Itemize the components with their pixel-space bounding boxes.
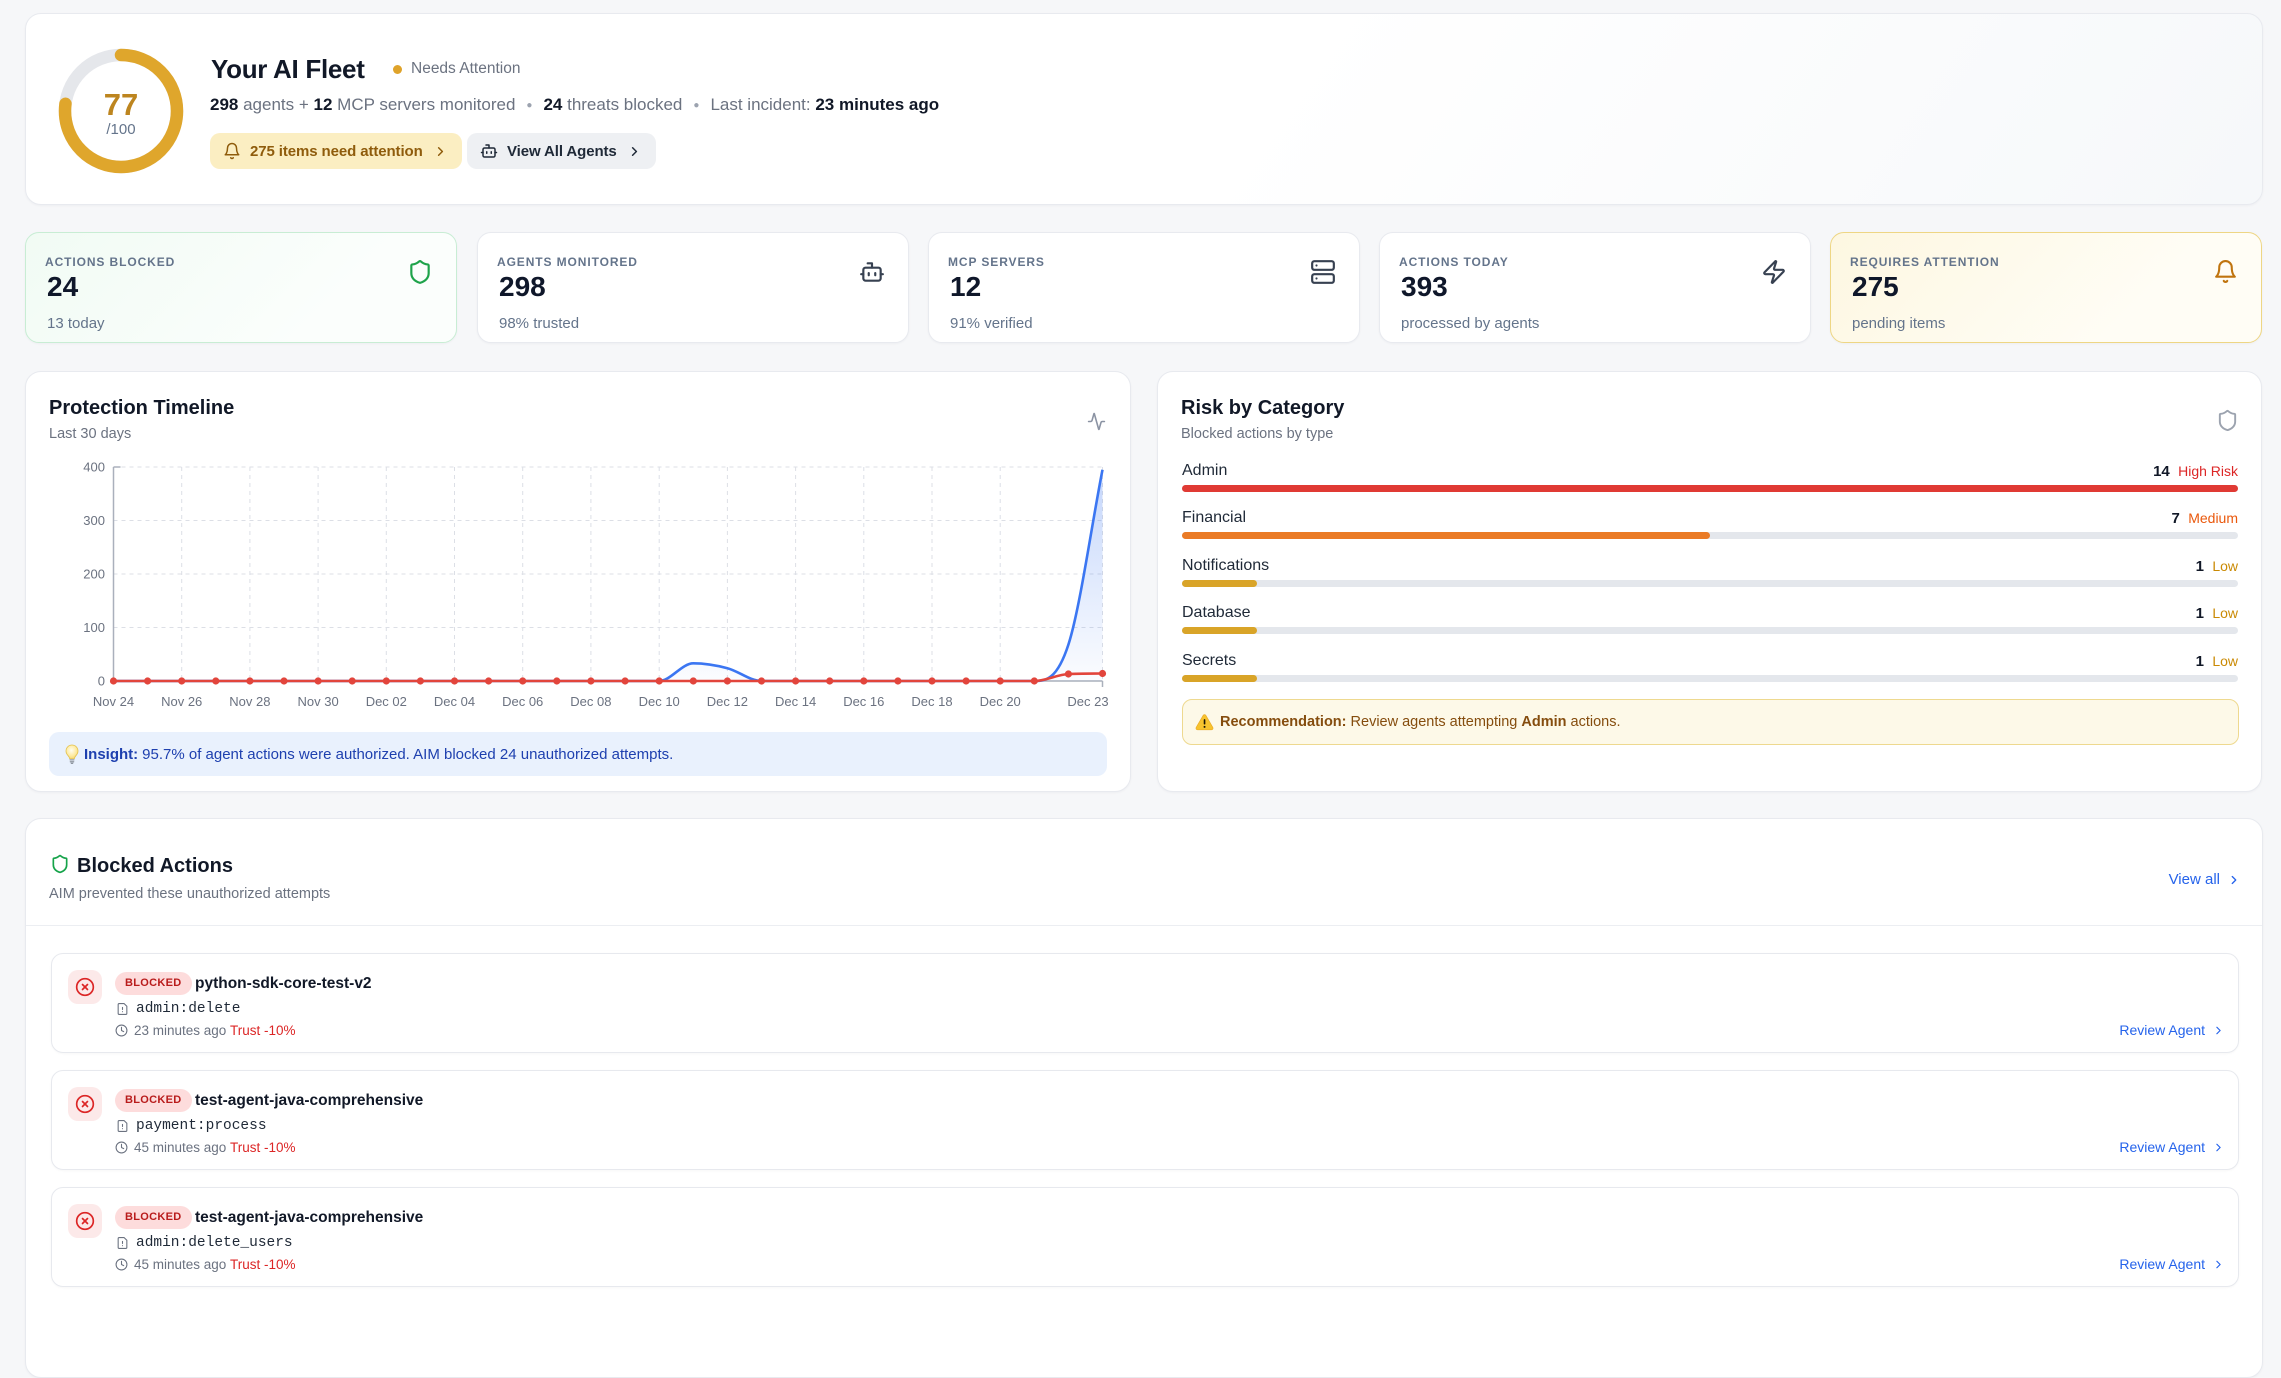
svg-text:Dec 04: Dec 04 [434,694,475,709]
svg-text:Nov 26: Nov 26 [161,694,202,709]
svg-text:Dec 23: Dec 23 [1067,694,1108,709]
svg-text:Nov 30: Nov 30 [297,694,338,709]
svg-text:Dec 06: Dec 06 [502,694,543,709]
svg-text:200: 200 [83,567,105,582]
svg-text:Nov 24: Nov 24 [93,694,134,709]
svg-text:Dec 12: Dec 12 [707,694,748,709]
svg-text:Dec 18: Dec 18 [911,694,952,709]
svg-text:400: 400 [83,460,105,475]
svg-text:0: 0 [98,674,105,689]
svg-text:Dec 20: Dec 20 [980,694,1021,709]
svg-text:Dec 10: Dec 10 [639,694,680,709]
svg-text:Nov 28: Nov 28 [229,694,270,709]
svg-text:Dec 16: Dec 16 [843,694,884,709]
svg-text:300: 300 [83,513,105,528]
svg-text:Dec 08: Dec 08 [570,694,611,709]
svg-text:Dec 02: Dec 02 [366,694,407,709]
svg-text:Dec 14: Dec 14 [775,694,816,709]
svg-text:100: 100 [83,620,105,635]
